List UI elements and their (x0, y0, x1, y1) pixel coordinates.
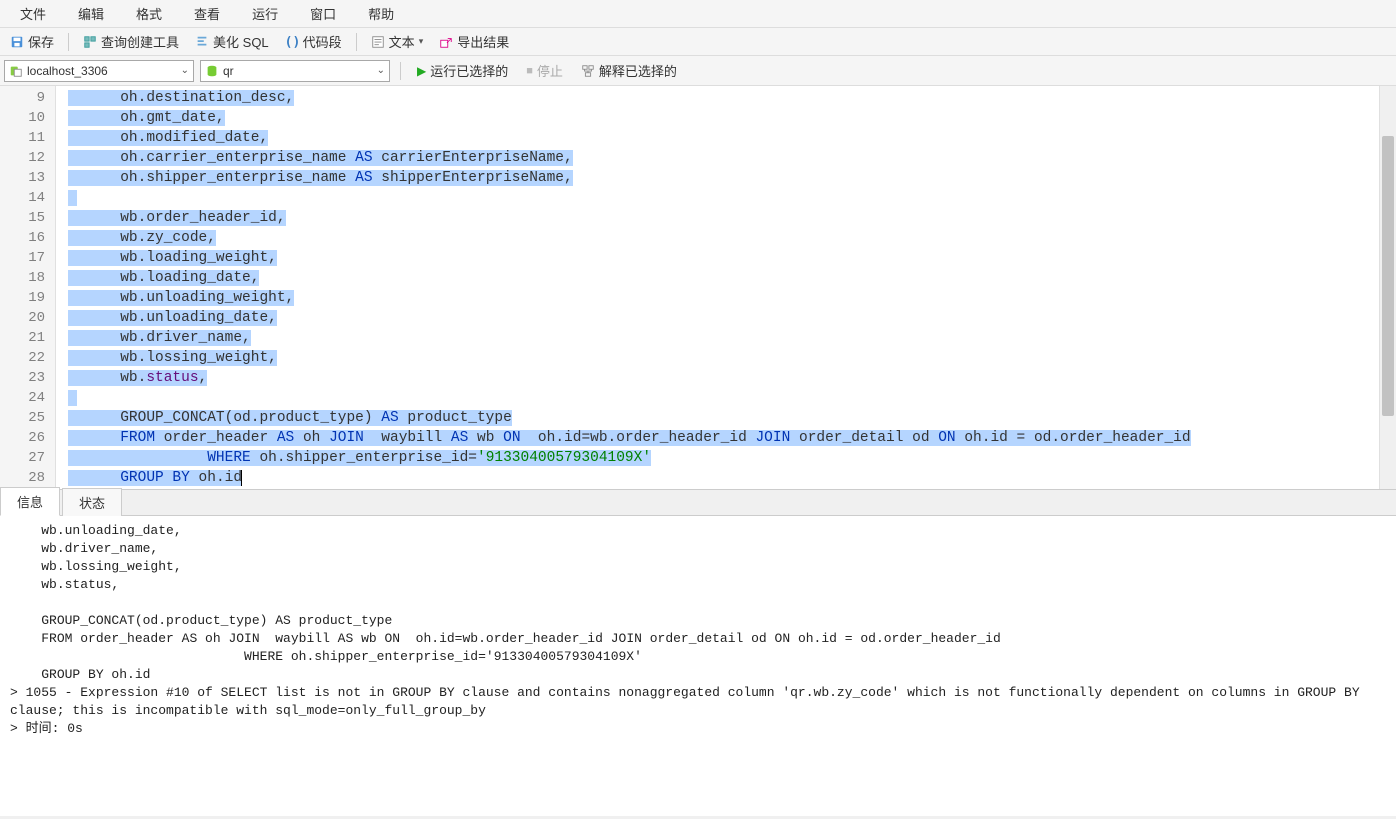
code-line[interactable]: oh.gmt_date, (68, 108, 1375, 128)
run-button[interactable]: ▶ 运行已选择的 (411, 59, 514, 82)
code-line[interactable]: wb.zy_code, (68, 228, 1375, 248)
code-line[interactable]: wb.unloading_weight, (68, 288, 1375, 308)
line-number: 17 (0, 248, 55, 268)
code-line[interactable]: wb.status, (68, 368, 1375, 388)
connection-bar: localhost_3306 ⌄ qr ⌄ ▶ 运行已选择的 ■ 停止 解释已选… (0, 56, 1396, 86)
line-number: 19 (0, 288, 55, 308)
snippet-icon: () (285, 35, 299, 49)
chevron-down-icon: ⌄ (181, 65, 189, 76)
menu-格式[interactable]: 格式 (120, 0, 178, 27)
snippet-label: 代码段 (303, 32, 342, 51)
query-builder-label: 查询创建工具 (101, 32, 179, 51)
line-number: 14 (0, 188, 55, 208)
menubar: 文件编辑格式查看运行窗口帮助 (0, 0, 1396, 28)
connection-value: localhost_3306 (27, 64, 108, 78)
save-button[interactable]: 保存 (4, 30, 60, 53)
line-number: 15 (0, 208, 55, 228)
code-line[interactable]: WHERE oh.shipper_enterprise_id='91330400… (68, 448, 1375, 468)
export-button[interactable]: 导出结果 (433, 30, 515, 53)
chevron-down-icon: ⌄ (377, 65, 385, 76)
query-builder-button[interactable]: 查询创建工具 (77, 30, 185, 53)
line-number: 16 (0, 228, 55, 248)
code-area[interactable]: oh.destination_desc, oh.gmt_date, oh.mod… (56, 86, 1379, 489)
menu-窗口[interactable]: 窗口 (294, 0, 352, 27)
export-label: 导出结果 (457, 32, 509, 51)
code-line[interactable] (68, 188, 1375, 208)
dropdown-arrow-icon: ▾ (419, 36, 424, 47)
export-icon (439, 35, 453, 49)
separator (356, 33, 357, 51)
separator (400, 62, 401, 80)
line-number: 20 (0, 308, 55, 328)
line-number: 23 (0, 368, 55, 388)
database-value: qr (223, 64, 234, 78)
code-line[interactable]: GROUP BY oh.id (68, 468, 1375, 488)
line-number: 25 (0, 408, 55, 428)
code-line[interactable]: wb.unloading_date, (68, 308, 1375, 328)
vertical-scrollbar[interactable] (1379, 86, 1396, 489)
code-line[interactable]: oh.modified_date, (68, 128, 1375, 148)
text-button[interactable]: 文本 ▾ (365, 30, 430, 53)
toolbar: 保存 查询创建工具 美化 SQL () 代码段 文本 ▾ 导出结果 (0, 28, 1396, 56)
code-line[interactable]: oh.carrier_enterprise_name AS carrierEnt… (68, 148, 1375, 168)
code-line[interactable]: wb.lossing_weight, (68, 348, 1375, 368)
explain-button[interactable]: 解释已选择的 (575, 59, 683, 82)
code-line[interactable]: wb.driver_name, (68, 328, 1375, 348)
separator (68, 33, 69, 51)
menu-查看[interactable]: 查看 (178, 0, 236, 27)
connection-combo[interactable]: localhost_3306 ⌄ (4, 60, 194, 82)
line-number: 11 (0, 128, 55, 148)
explain-icon (581, 64, 595, 78)
result-tabs: 信息 状态 (0, 490, 1396, 516)
stop-icon: ■ (526, 65, 533, 77)
line-number: 26 (0, 428, 55, 448)
line-number: 24 (0, 388, 55, 408)
database-icon (205, 64, 219, 78)
explain-label: 解释已选择的 (599, 61, 677, 80)
code-line[interactable]: FROM order_header AS oh JOIN waybill AS … (68, 428, 1375, 448)
menu-帮助[interactable]: 帮助 (352, 0, 410, 27)
line-number: 12 (0, 148, 55, 168)
code-line[interactable]: oh.destination_desc, (68, 88, 1375, 108)
line-number: 18 (0, 268, 55, 288)
line-number: 10 (0, 108, 55, 128)
line-number: 28 (0, 468, 55, 488)
connection-icon (9, 64, 23, 78)
database-combo[interactable]: qr ⌄ (200, 60, 390, 82)
text-label: 文本 (389, 32, 415, 51)
query-builder-icon (83, 35, 97, 49)
menu-文件[interactable]: 文件 (4, 0, 62, 27)
beautify-label: 美化 SQL (213, 32, 269, 51)
save-icon (10, 35, 24, 49)
line-number: 9 (0, 88, 55, 108)
code-line[interactable]: oh.shipper_enterprise_name AS shipperEnt… (68, 168, 1375, 188)
tab-info[interactable]: 信息 (0, 487, 60, 516)
line-number: 27 (0, 448, 55, 468)
line-number: 21 (0, 328, 55, 348)
beautify-icon (195, 35, 209, 49)
save-label: 保存 (28, 32, 54, 51)
play-icon: ▶ (417, 64, 426, 78)
tab-status[interactable]: 状态 (62, 488, 122, 516)
menu-编辑[interactable]: 编辑 (62, 0, 120, 27)
output-panel[interactable]: wb.unloading_date, wb.driver_name, wb.lo… (0, 516, 1396, 816)
run-label: 运行已选择的 (430, 61, 508, 80)
code-line[interactable]: GROUP_CONCAT(od.product_type) AS product… (68, 408, 1375, 428)
stop-button: ■ 停止 (520, 59, 569, 82)
stop-label: 停止 (537, 61, 563, 80)
menu-运行[interactable]: 运行 (236, 0, 294, 27)
line-number: 22 (0, 348, 55, 368)
line-number: 13 (0, 168, 55, 188)
sql-editor: 910111213141516171819202122232425262728 … (0, 86, 1396, 490)
code-line[interactable]: wb.order_header_id, (68, 208, 1375, 228)
code-line[interactable]: wb.loading_weight, (68, 248, 1375, 268)
line-gutter: 910111213141516171819202122232425262728 (0, 86, 56, 489)
code-line[interactable]: wb.loading_date, (68, 268, 1375, 288)
beautify-sql-button[interactable]: 美化 SQL (189, 30, 275, 53)
code-line[interactable] (68, 388, 1375, 408)
text-icon (371, 35, 385, 49)
scroll-thumb[interactable] (1382, 136, 1394, 416)
snippet-button[interactable]: () 代码段 (279, 30, 348, 53)
